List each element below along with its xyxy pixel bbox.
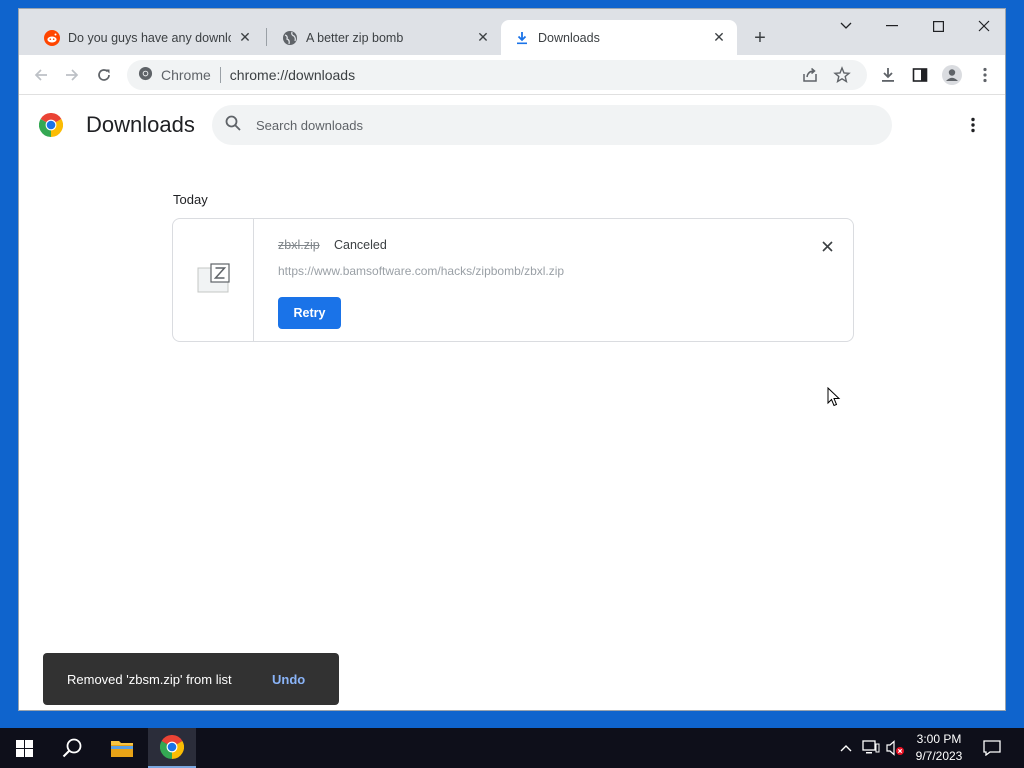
tab-downloads[interactable]: Downloads ✕ <box>501 20 737 55</box>
tab-separator <box>266 28 267 46</box>
search-taskbar-icon[interactable] <box>48 728 96 768</box>
download-status: Canceled <box>334 238 387 252</box>
undo-button[interactable]: Undo <box>272 672 305 687</box>
chrome-taskbar-icon[interactable] <box>148 728 196 768</box>
toast-message: Removed 'zbsm.zip' from list <box>67 672 232 687</box>
browser-toolbar: Chrome chrome://downloads <box>19 55 1005 95</box>
download-source-url[interactable]: https://www.bamsoftware.com/hacks/zipbom… <box>278 264 564 278</box>
windows-taskbar: 3:00 PM 9/7/2023 <box>0 728 1024 768</box>
clock-date: 9/7/2023 <box>915 749 963 763</box>
address-bar[interactable]: Chrome chrome://downloads <box>127 60 867 90</box>
chrome-window: Do you guys have any download ✕ A better… <box>18 8 1006 711</box>
clock-time: 3:00 PM <box>916 732 962 746</box>
file-explorer-icon[interactable] <box>98 728 146 768</box>
back-button[interactable] <box>28 62 54 88</box>
volume-muted-icon[interactable] <box>884 728 906 768</box>
start-button[interactable] <box>0 728 48 768</box>
tab-reddit[interactable]: Do you guys have any download ✕ <box>31 20 263 55</box>
notifications-icon[interactable] <box>980 728 1004 768</box>
chevron-up-icon[interactable] <box>836 728 856 768</box>
url-text[interactable]: chrome://downloads <box>230 67 355 83</box>
chrome-menu-icon[interactable] <box>972 62 998 88</box>
tab-search-chevron-icon[interactable] <box>823 9 869 43</box>
bookmark-star-icon[interactable] <box>833 66 851 87</box>
zip-file-icon <box>197 263 231 293</box>
new-tab-button[interactable]: + <box>748 26 772 50</box>
retry-button[interactable]: Retry <box>278 297 341 329</box>
site-label: Chrome <box>161 67 211 83</box>
maximize-button[interactable] <box>915 9 961 43</box>
download-item: zbxl.zip Canceled https://www.bamsoftwar… <box>172 218 854 342</box>
close-tab-icon[interactable]: ✕ <box>475 29 491 46</box>
tab-title: Do you guys have any download <box>68 30 231 45</box>
search-input[interactable] <box>256 117 816 133</box>
tab-zip-bomb[interactable]: A better zip bomb ✕ <box>269 20 501 55</box>
tab-title: Downloads <box>538 30 600 45</box>
download-icon <box>514 30 530 46</box>
reload-button[interactable] <box>91 62 117 88</box>
search-icon <box>224 114 242 137</box>
mouse-cursor-icon <box>827 386 841 407</box>
forward-button[interactable] <box>59 62 85 88</box>
globe-icon <box>282 30 298 46</box>
downloads-header: Downloads <box>19 96 1005 154</box>
minimize-button[interactable] <box>869 9 915 43</box>
download-filename[interactable]: zbxl.zip <box>278 238 320 252</box>
downloads-page: Downloads Today <box>19 96 1005 710</box>
tab-title: A better zip bomb <box>306 30 404 45</box>
side-panel-icon[interactable] <box>907 62 933 88</box>
tab-strip: Do you guys have any download ✕ A better… <box>19 9 1005 55</box>
close-window-button[interactable] <box>961 9 1005 43</box>
more-actions-icon[interactable] <box>963 115 983 135</box>
close-tab-icon[interactable]: ✕ <box>237 29 253 46</box>
chrome-site-icon <box>138 66 153 84</box>
page-title: Downloads <box>86 112 195 137</box>
taskbar-clock[interactable]: 3:00 PM 9/7/2023 <box>908 731 970 765</box>
download-icon-column <box>173 219 254 341</box>
reddit-icon <box>44 29 60 46</box>
search-downloads-bar[interactable] <box>212 105 892 145</box>
profile-avatar-icon[interactable] <box>939 62 965 88</box>
undo-toast: Removed 'zbsm.zip' from list Undo <box>43 653 339 705</box>
chrome-logo-icon <box>38 112 64 137</box>
remove-from-list-icon[interactable] <box>818 237 836 255</box>
omnibox-divider <box>219 67 221 83</box>
share-icon[interactable] <box>801 66 819 87</box>
downloads-toolbar-icon[interactable] <box>875 62 901 88</box>
network-icon[interactable] <box>860 728 882 768</box>
date-section-label: Today <box>173 192 208 207</box>
close-tab-icon[interactable]: ✕ <box>711 29 727 46</box>
